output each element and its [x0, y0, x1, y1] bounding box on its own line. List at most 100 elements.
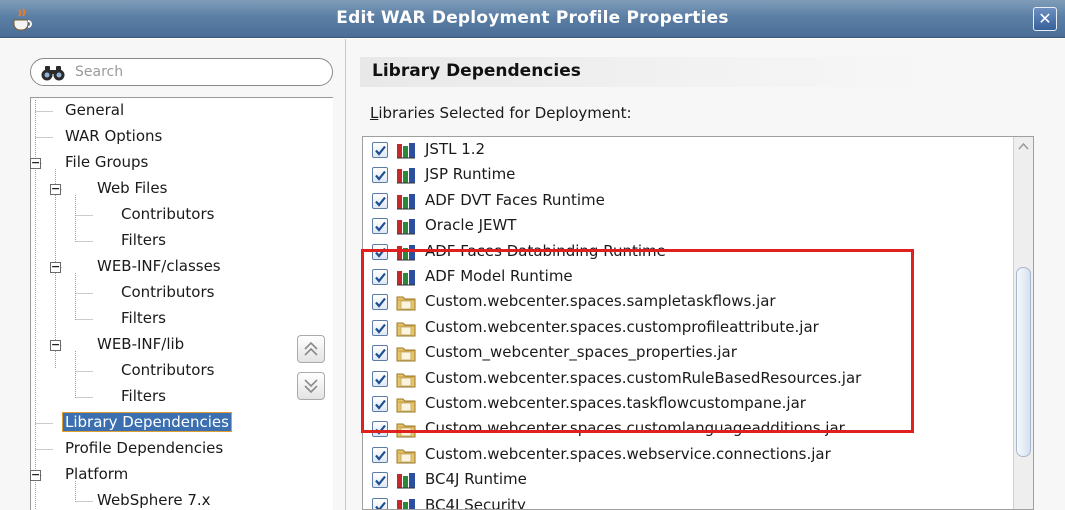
move-down-button[interactable] — [297, 372, 325, 400]
library-row[interactable]: JSP Runtime — [363, 163, 1011, 188]
collapse-icon[interactable]: − — [50, 261, 61, 273]
tree-item-profile-dependencies[interactable]: Profile Dependencies — [63, 438, 225, 460]
library-checkbox[interactable] — [372, 446, 388, 463]
library-checkbox[interactable] — [372, 294, 388, 311]
collapse-icon[interactable]: − — [30, 157, 41, 169]
library-row[interactable]: Custom.webcenter.spaces.webservice.conne… — [363, 443, 1011, 468]
search-input[interactable] — [75, 62, 325, 82]
library-row[interactable]: BC4J Runtime — [363, 468, 1011, 493]
library-books-icon — [396, 244, 416, 261]
library-row[interactable]: Custom.webcenter.spaces.customlanguagead… — [363, 417, 1011, 442]
library-row[interactable]: Custom.webcenter.spaces.customRuleBasedR… — [363, 367, 1011, 392]
library-books-icon — [396, 472, 416, 489]
tree-item-web-inf-classes[interactable]: WEB-INF/classes — [95, 256, 223, 278]
library-name: Custom.webcenter.spaces.customlanguagead… — [425, 419, 845, 438]
jar-folder-icon — [396, 294, 416, 311]
dialog-body: General WAR Options − File Groups − Web … — [0, 39, 1065, 510]
library-row[interactable]: BC4J Security — [363, 494, 1011, 510]
library-books-icon — [396, 142, 416, 159]
library-row[interactable]: JSTL 1.2 — [363, 138, 1011, 163]
scroll-thumb[interactable] — [1016, 267, 1031, 457]
double-chevron-up-icon — [304, 341, 318, 356]
library-row[interactable]: ADF DVT Faces Runtime — [363, 189, 1011, 214]
library-row[interactable]: ADF Model Runtime — [363, 265, 1011, 290]
jar-folder-icon — [396, 421, 416, 438]
collapse-icon[interactable]: − — [50, 183, 61, 195]
library-name: Custom.webcenter.spaces.sampletaskflows.… — [425, 292, 776, 311]
library-row[interactable]: Custom_webcenter_spaces_properties.jar — [363, 341, 1011, 366]
tree-item-websphere[interactable]: WebSphere 7.x — [95, 490, 213, 510]
library-checkbox[interactable] — [372, 218, 388, 235]
tree-item-web-inf-lib[interactable]: WEB-INF/lib — [95, 334, 186, 356]
library-name: Custom_webcenter_spaces_properties.jar — [425, 343, 737, 362]
library-checkbox[interactable] — [372, 345, 388, 362]
library-row[interactable]: Custom.webcenter.spaces.taskflowcustompa… — [363, 392, 1011, 417]
library-row[interactable]: ADF Faces Databinding Runtime — [363, 240, 1011, 265]
library-row[interactable]: Custom.webcenter.spaces.sampletaskflows.… — [363, 290, 1011, 315]
collapse-icon[interactable]: − — [30, 469, 41, 481]
library-checkbox[interactable] — [372, 421, 388, 438]
jar-folder-icon — [396, 345, 416, 362]
library-name: ADF Faces Databinding Runtime — [425, 241, 666, 260]
jar-folder-icon — [396, 447, 416, 464]
move-up-button[interactable] — [297, 335, 325, 363]
library-checkbox[interactable] — [372, 472, 388, 489]
libraries-label: Libraries Selected for Deployment: — [370, 104, 632, 122]
tree-item-web-files[interactable]: Web Files — [95, 178, 169, 200]
library-checkbox[interactable] — [372, 370, 388, 387]
tree-item-contributors[interactable]: Contributors — [119, 282, 216, 304]
vertical-scrollbar[interactable] — [1013, 137, 1033, 509]
library-name: Custom.webcenter.spaces.webservice.conne… — [425, 444, 831, 463]
library-name: ADF Model Runtime — [425, 267, 573, 285]
library-checkbox[interactable] — [372, 319, 388, 336]
tree-item-library-dependencies[interactable]: Library Dependencies — [62, 412, 232, 434]
library-checkbox[interactable] — [372, 396, 388, 412]
library-name: JSTL 1.2 — [425, 140, 486, 158]
binoculars-icon — [41, 66, 65, 81]
library-checkbox[interactable] — [372, 167, 388, 184]
jar-folder-icon — [396, 396, 416, 413]
close-button[interactable]: ✕ — [1033, 7, 1057, 31]
tree-item-filters[interactable]: Filters — [119, 386, 168, 408]
column-divider — [345, 39, 346, 510]
panel-title: Library Dependencies — [372, 61, 581, 81]
title-bar: Edit WAR Deployment Profile Properties ✕ — [0, 0, 1065, 38]
library-books-icon — [396, 218, 416, 235]
library-name: BC4J Runtime — [425, 470, 527, 489]
double-chevron-down-icon — [304, 379, 318, 394]
library-books-icon — [396, 269, 416, 286]
library-checkbox[interactable] — [372, 243, 388, 260]
tree-item-general[interactable]: General — [63, 100, 126, 122]
tree-item-filters[interactable]: Filters — [119, 308, 168, 330]
window-title: Edit WAR Deployment Profile Properties — [336, 8, 729, 28]
search-box[interactable] — [30, 58, 333, 86]
libraries-list[interactable]: JSTL 1.2 JSP Runtime ADF DVT Faces Runtime… — [362, 136, 1034, 510]
library-checkbox[interactable] — [372, 192, 388, 209]
library-checkbox[interactable] — [372, 142, 388, 158]
nav-tree: General WAR Options − File Groups − Web … — [30, 97, 333, 510]
library-books-icon — [396, 498, 416, 509]
library-name: BC4J Security — [425, 495, 526, 510]
library-name: Oracle JEWT — [425, 216, 517, 235]
library-name: Custom.webcenter.spaces.customRuleBasedR… — [425, 368, 862, 387]
library-name: ADF DVT Faces Runtime — [425, 190, 605, 209]
library-checkbox[interactable] — [372, 269, 388, 285]
library-books-icon — [396, 167, 416, 184]
library-row[interactable]: Oracle JEWT — [363, 214, 1011, 239]
tree-item-war-options[interactable]: WAR Options — [63, 126, 164, 148]
panel-header: Library Dependencies — [360, 57, 930, 87]
library-row[interactable]: Custom.webcenter.spaces.customprofileatt… — [363, 316, 1011, 341]
collapse-icon[interactable]: − — [50, 339, 61, 351]
tree-item-platform[interactable]: Platform — [63, 464, 130, 486]
jar-folder-icon — [396, 371, 416, 388]
tree-item-contributors[interactable]: Contributors — [119, 204, 216, 226]
tree-item-contributors[interactable]: Contributors — [119, 360, 216, 382]
tree-item-filters[interactable]: Filters — [119, 230, 168, 252]
library-name: Custom.webcenter.spaces.customprofileatt… — [425, 317, 819, 336]
library-name: Custom.webcenter.spaces.taskflowcustompa… — [425, 394, 806, 412]
jar-folder-icon — [396, 320, 416, 337]
tree-item-file-groups[interactable]: File Groups — [63, 152, 150, 174]
scroll-up-arrow-icon[interactable] — [1016, 139, 1031, 154]
library-name: JSP Runtime — [425, 165, 516, 184]
library-checkbox[interactable] — [372, 497, 388, 509]
